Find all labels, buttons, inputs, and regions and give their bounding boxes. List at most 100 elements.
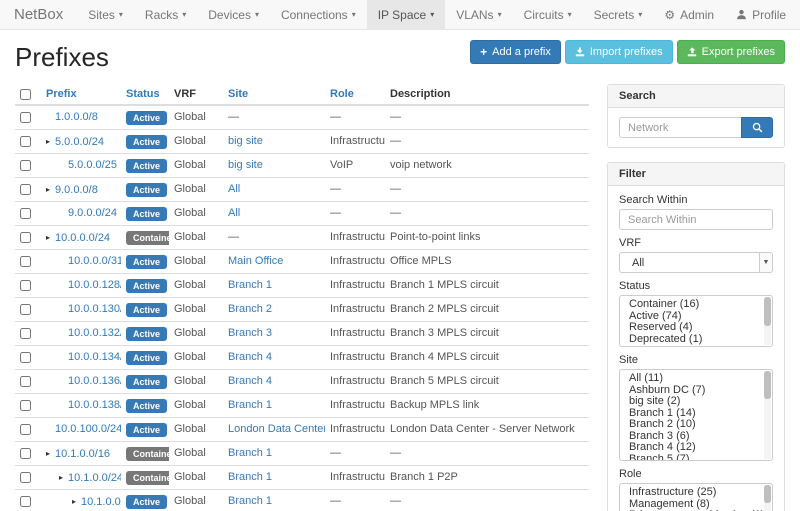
prefix-link[interactable]: 5.0.0.0/24: [55, 136, 104, 148]
row-checkbox[interactable]: [20, 328, 31, 339]
scrollbar-track[interactable]: [764, 371, 771, 459]
prefix-link[interactable]: 9.0.0.0/24: [68, 207, 117, 219]
site-link[interactable]: big site: [228, 135, 263, 147]
description-cell: Branch 4 MPLS circuit: [385, 346, 589, 370]
brand[interactable]: NetBox: [0, 0, 77, 29]
col-role[interactable]: Role: [325, 84, 385, 105]
prefix-link[interactable]: 9.0.0.0/8: [55, 184, 98, 196]
nav-admin[interactable]: ⚙ Admin: [653, 0, 725, 29]
prefix-link[interactable]: 10.0.0.134/31: [68, 351, 121, 363]
site-filter-list[interactable]: All (11)Ashburn DC (7)big site (2)Branch…: [619, 369, 773, 461]
prefix-link[interactable]: 10.0.0.128/31: [68, 279, 121, 291]
vrf-select[interactable]: All ▼: [619, 252, 773, 273]
site-link[interactable]: All: [228, 207, 240, 219]
search-within-input[interactable]: [619, 209, 773, 230]
row-checkbox[interactable]: [20, 352, 31, 363]
add-prefix-button[interactable]: + Add a prefix: [470, 40, 561, 64]
col-status[interactable]: Status: [121, 84, 169, 105]
nav-item-circuits[interactable]: Circuits ▾: [513, 0, 583, 29]
list-option[interactable]: Infrastructure (25): [620, 487, 772, 499]
row-checkbox[interactable]: [20, 160, 31, 171]
list-option[interactable]: Ashburn DC (7): [620, 385, 772, 397]
row-checkbox[interactable]: [20, 232, 31, 243]
vrf-cell: Global: [169, 250, 223, 274]
list-option[interactable]: Container (16): [620, 299, 772, 311]
nav-profile[interactable]: Profile: [725, 0, 797, 29]
row-checkbox[interactable]: [20, 448, 31, 459]
row-checkbox[interactable]: [20, 400, 31, 411]
prefix-link[interactable]: 10.0.0.138/31: [68, 399, 121, 411]
prefix-link[interactable]: 10.1.0.0/16: [55, 448, 110, 460]
site-link[interactable]: London Data Center: [228, 423, 325, 435]
role-filter-list[interactable]: Infrastructure (25)Management (8)Private…: [619, 483, 773, 511]
list-option[interactable]: Branch 3 (6): [620, 431, 772, 443]
list-option[interactable]: Deprecated (1): [620, 334, 772, 346]
col-site[interactable]: Site: [223, 84, 325, 105]
row-checkbox[interactable]: [20, 496, 31, 507]
site-link[interactable]: Branch 1: [228, 279, 272, 291]
row-checkbox[interactable]: [20, 136, 31, 147]
list-option[interactable]: Branch 1 (14): [620, 408, 772, 420]
row-checkbox[interactable]: [20, 304, 31, 315]
site-link[interactable]: Branch 1: [228, 399, 272, 411]
status-filter-list[interactable]: Container (16)Active (74)Reserved (4)Dep…: [619, 295, 773, 347]
site-link[interactable]: All: [228, 183, 240, 195]
row-checkbox[interactable]: [20, 184, 31, 195]
site-link[interactable]: Branch 4: [228, 351, 272, 363]
table-row: 10.0.0.0/31 Active Global Main Office In…: [15, 250, 589, 274]
list-option[interactable]: Branch 5 (7): [620, 454, 772, 462]
site-link[interactable]: Branch 3: [228, 327, 272, 339]
list-option[interactable]: Branch 4 (12): [620, 442, 772, 454]
list-option[interactable]: Management (8): [620, 499, 772, 511]
row-checkbox[interactable]: [20, 280, 31, 291]
prefix-link[interactable]: 10.0.0.132/31: [68, 327, 121, 339]
select-all-checkbox[interactable]: [20, 89, 31, 100]
export-prefixes-button[interactable]: Export prefixes: [677, 40, 785, 64]
list-option[interactable]: Branch 2 (10): [620, 419, 772, 431]
scrollbar-thumb[interactable]: [764, 371, 771, 399]
prefix-link[interactable]: 10.1.0.0/25: [81, 496, 121, 508]
prefix-link[interactable]: 10.0.0.0/31: [68, 255, 121, 267]
list-option[interactable]: big site (2): [620, 396, 772, 408]
site-link[interactable]: Branch 1: [228, 447, 272, 459]
list-option[interactable]: Reserved (4): [620, 322, 772, 334]
site-link[interactable]: Branch 1: [228, 471, 272, 483]
row-checkbox[interactable]: [20, 208, 31, 219]
nav-item-vlans[interactable]: VLANs ▾: [445, 0, 512, 29]
site-link[interactable]: Branch 4: [228, 375, 272, 387]
nav-item-devices[interactable]: Devices ▾: [197, 0, 270, 29]
row-checkbox[interactable]: [20, 472, 31, 483]
role-cell: Infrastructure: [325, 394, 385, 418]
import-prefixes-button[interactable]: Import prefixes: [565, 40, 673, 64]
row-checkbox[interactable]: [20, 256, 31, 267]
row-checkbox[interactable]: [20, 112, 31, 123]
nav-item-ip-space[interactable]: IP Space ▾: [367, 0, 446, 29]
site-link[interactable]: big site: [228, 159, 263, 171]
site-link[interactable]: Branch 1: [228, 495, 272, 507]
search-input[interactable]: [619, 117, 741, 138]
prefix-link[interactable]: 10.0.0.0/24: [55, 232, 110, 244]
prefix-link[interactable]: 10.1.0.0/24: [68, 472, 121, 484]
nav-item-secrets[interactable]: Secrets ▾: [583, 0, 654, 29]
col-prefix[interactable]: Prefix: [41, 84, 121, 105]
nav-item-connections[interactable]: Connections ▾: [270, 0, 367, 29]
site-link[interactable]: Main Office: [228, 255, 283, 267]
prefix-link[interactable]: 10.0.0.130/31: [68, 303, 121, 315]
list-option[interactable]: All (11): [620, 373, 772, 385]
scrollbar-thumb[interactable]: [764, 297, 771, 326]
prefix-link[interactable]: 10.0.0.136/31: [68, 375, 121, 387]
list-option[interactable]: Active (74): [620, 311, 772, 323]
prefix-link[interactable]: 10.0.100.0/24: [55, 423, 121, 435]
site-link[interactable]: Branch 2: [228, 303, 272, 315]
scrollbar-track[interactable]: [764, 485, 771, 511]
prefix-link[interactable]: 5.0.0.0/25: [68, 159, 117, 171]
row-checkbox[interactable]: [20, 424, 31, 435]
search-button[interactable]: [741, 117, 773, 138]
row-checkbox[interactable]: [20, 376, 31, 387]
nav-item-racks[interactable]: Racks ▾: [134, 0, 197, 29]
scrollbar-track[interactable]: [764, 297, 771, 345]
scrollbar-thumb[interactable]: [764, 485, 771, 503]
nav-item-sites[interactable]: Sites ▾: [77, 0, 134, 29]
prefix-link[interactable]: 1.0.0.0/8: [55, 111, 98, 123]
plus-icon: +: [480, 47, 487, 57]
